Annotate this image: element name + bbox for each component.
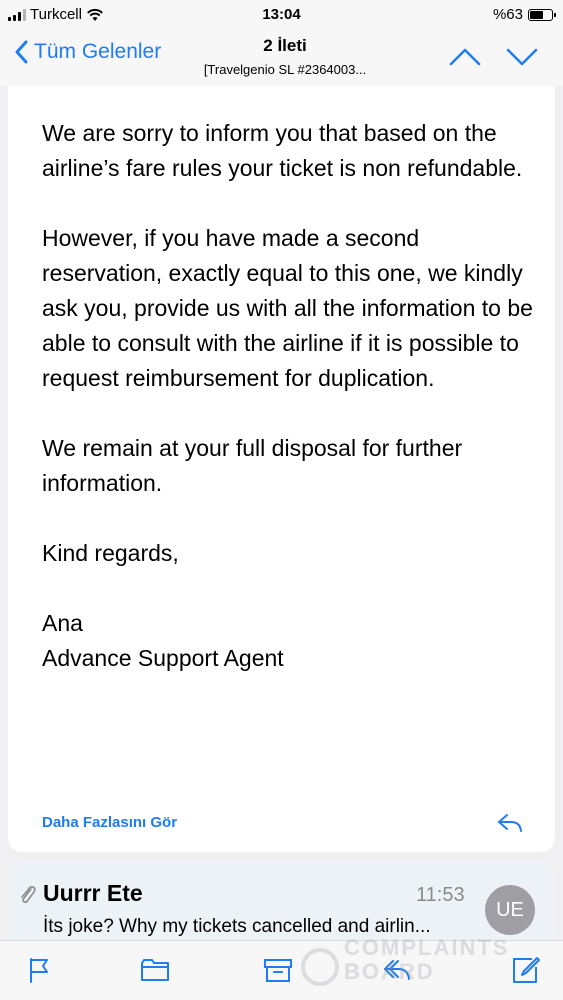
sender-name: Uurrr Ete — [43, 880, 143, 906]
nav-title: 2 İleti — [263, 36, 307, 55]
next-message-button[interactable] — [505, 44, 539, 70]
signature-title: Advance Support Agent — [42, 645, 284, 671]
chevron-down-icon — [506, 48, 538, 66]
message-preview: İts joke? Why my tickets cancelled and a… — [43, 916, 431, 937]
move-to-folder-button[interactable] — [140, 955, 170, 985]
reply-icon[interactable] — [496, 811, 524, 835]
status-time: 13:04 — [262, 6, 301, 23]
nav-subtitle: [Travelgenio SL #2364003... — [203, 62, 367, 77]
battery-icon — [528, 8, 556, 21]
chevron-left-icon — [15, 40, 28, 64]
watermark-logo-icon — [301, 948, 339, 986]
watermark: COMPLAINTS BOARD — [300, 935, 530, 999]
message-paragraph: However, if you have made a second reser… — [42, 225, 533, 391]
status-bar: Turkcell 13:04 %63 — [0, 0, 563, 30]
reply-all-icon — [384, 960, 410, 980]
previous-message-button[interactable] — [448, 44, 482, 70]
chevron-up-icon — [449, 48, 481, 66]
avatar: UE — [485, 885, 535, 935]
reply-all-button[interactable] — [381, 955, 411, 985]
flag-button[interactable] — [24, 955, 54, 985]
compose-icon — [513, 957, 540, 983]
signature-name: Ana — [42, 610, 83, 636]
flag-icon — [30, 958, 48, 983]
bottom-toolbar: COMPLAINTS BOARD — [0, 935, 563, 1000]
battery-fill — [530, 10, 544, 19]
message-body: We are sorry to inform you that based on… — [42, 116, 542, 676]
message-time: 11:53 — [416, 884, 465, 906]
battery-percent: %63 — [492, 6, 523, 23]
folder-icon — [141, 959, 169, 981]
message-paragraph: We remain at your full disposal for furt… — [42, 435, 463, 496]
status-right: %63 — [492, 6, 556, 23]
compose-button[interactable] — [510, 955, 540, 985]
message-paragraph: Kind regards, — [42, 540, 179, 566]
message-paragraph: We are sorry to inform you that based on… — [42, 120, 523, 181]
next-message-card[interactable]: Uurrr Ete 11:53 İts joke? Why my tickets… — [8, 862, 555, 942]
back-label: Tüm Gelenler — [34, 40, 162, 63]
paperclip-icon — [21, 886, 36, 904]
archive-icon — [264, 959, 292, 982]
back-button[interactable]: Tüm Gelenler — [14, 40, 161, 64]
see-more-link[interactable]: Daha Fazlasını Gör — [42, 814, 177, 831]
nav-bar: Tüm Gelenler 2 İleti [Travelgenio SL #23… — [0, 30, 563, 86]
message-card: We are sorry to inform you that based on… — [8, 86, 555, 852]
archive-button[interactable] — [263, 955, 293, 985]
